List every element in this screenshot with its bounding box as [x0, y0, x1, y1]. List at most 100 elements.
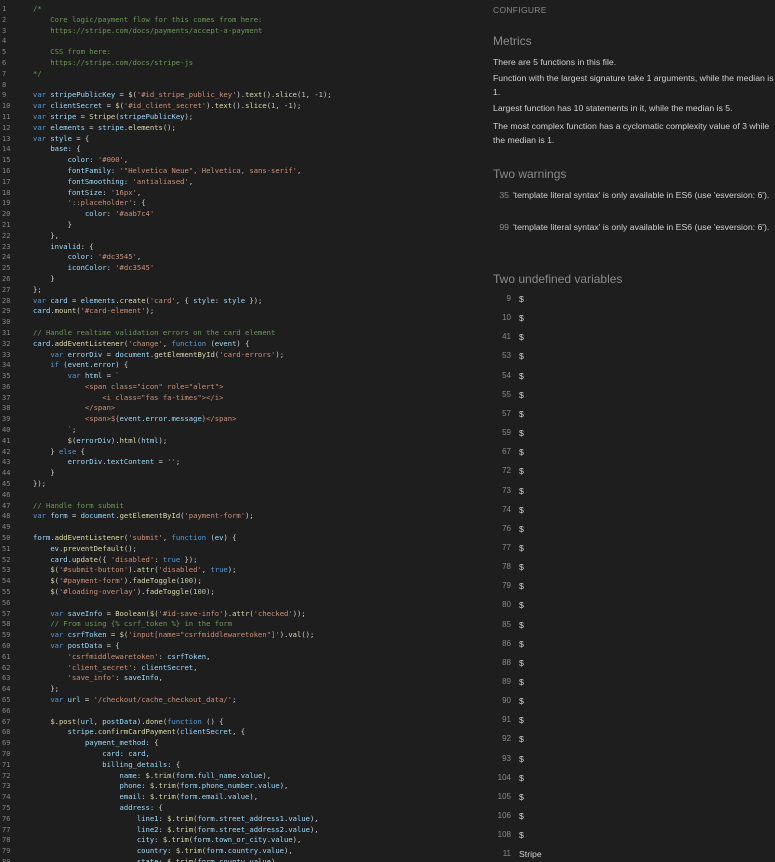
undefined-item[interactable]: 91 $	[493, 715, 773, 734]
code-token: fontSmoothing	[67, 176, 124, 186]
code-line: 62 'client_secret': clientSecret,	[0, 663, 487, 674]
undefined-item[interactable]: 73 $	[493, 486, 773, 505]
code-token: : {	[145, 738, 159, 748]
undefined-item[interactable]: 93 $	[493, 754, 773, 773]
code-token: '#id-save-info'	[158, 608, 224, 618]
warning-item[interactable]: 99 'template literal syntax' is only avai…	[493, 221, 775, 249]
undefined-item[interactable]: 92 $	[493, 734, 773, 753]
undefined-item[interactable]: 74 $	[493, 505, 773, 524]
undefined-item[interactable]: 105 $	[493, 792, 773, 811]
line-source: // From using {% csrf_token %} in the fo…	[33, 619, 232, 630]
undefined-item[interactable]: 76 $	[493, 524, 773, 543]
code-token: {	[80, 446, 85, 456]
undefined-item[interactable]: 54 $	[493, 371, 773, 390]
undefined-item[interactable]: 59 $	[493, 428, 773, 447]
code-line: 75 address: {	[0, 803, 487, 814]
line-source: $.post(url, postData).done(function () {	[33, 717, 223, 728]
code-token: });	[245, 295, 263, 305]
code-token: =	[84, 122, 98, 132]
code-token: elements	[50, 122, 85, 132]
line-source: 'save_info': saveInfo,	[33, 673, 163, 684]
undefined-item[interactable]: 72 $	[493, 466, 773, 485]
undefined-item[interactable]: 88 $	[493, 658, 773, 677]
undefined-item[interactable]: 79 $	[493, 581, 773, 600]
undefined-name: $	[519, 830, 524, 841]
undefined-item[interactable]: 108 $	[493, 830, 773, 849]
code-token: :	[110, 165, 120, 175]
code-token: 'csrfmiddlewaretoken'	[67, 651, 159, 661]
line-number: 39	[2, 415, 11, 424]
line-source: card.addEventListener('change', function…	[33, 339, 249, 350]
code-token: country	[227, 846, 259, 856]
undefined-item[interactable]: 55 $	[493, 390, 773, 409]
undefined-item[interactable]: 57 $	[493, 409, 773, 428]
undefined-item[interactable]: 90 $	[493, 696, 773, 715]
undefined-item[interactable]: 77 $	[493, 543, 773, 562]
code-line: 36 <span class="icon" role="alert">	[0, 382, 487, 393]
undefined-name: $	[519, 677, 524, 687]
undefined-name: $	[519, 715, 524, 726]
code-line: 57 var saveInfo = Boolean($('#id-save-in…	[0, 609, 487, 620]
code-token: fontSize	[67, 187, 103, 197]
undefined-item[interactable]: 9 $	[493, 294, 773, 313]
line-number: 23	[2, 242, 11, 251]
configure-link[interactable]: CONFIGURE	[493, 5, 547, 15]
code-token: errorDiv	[67, 457, 103, 467]
code-line: 73 phone: $.trim(form.phone_number.value…	[0, 781, 487, 792]
code-token: :	[154, 835, 163, 845]
undefined-name: Stripe	[519, 849, 542, 860]
code-token: style	[50, 133, 72, 143]
undefined-item[interactable]: 67 $	[493, 447, 773, 466]
undefined-item[interactable]: 80 $	[493, 600, 773, 619]
undefined-item[interactable]: 89 $	[493, 677, 773, 696]
code-token: :	[106, 263, 116, 273]
undefined-line: 59	[502, 428, 511, 438]
code-token: Boolean	[115, 608, 146, 618]
undefined-item[interactable]: 85 $	[493, 620, 773, 639]
line-source: form.addEventListener('submit', function…	[33, 533, 236, 544]
warning-item[interactable]: 35 'template literal syntax' is only avai…	[493, 189, 775, 217]
undefined-item[interactable]: 86 $	[493, 639, 773, 658]
undefined-item[interactable]: 104 $	[493, 773, 773, 792]
code-editor[interactable]: 1 /* 2 Core logic/payment flow for this co…	[0, 0, 487, 862]
code-token: https://stripe.com/docs/payments/accept-…	[33, 25, 263, 35]
code-token: confirmCardPayment	[97, 727, 176, 737]
undefined-line: 72	[502, 466, 511, 476]
code-token: value	[249, 856, 272, 862]
code-token: value	[240, 770, 263, 780]
line-number: 58	[2, 620, 11, 629]
code-token: =	[67, 511, 81, 521]
line-source: card.mount('#card-element');	[33, 306, 154, 317]
undefined-item[interactable]: 10 $	[493, 313, 773, 332]
line-number: 38	[2, 404, 11, 413]
code-line: 60 var postData = {	[0, 641, 487, 652]
undefined-name: $	[519, 485, 524, 496]
code-token: stripe	[97, 122, 124, 132]
code-line: 31 // Handle realtime validation errors o…	[0, 328, 487, 339]
line-number: 54	[2, 577, 11, 586]
line-number: 77	[2, 825, 11, 834]
line-source: /*	[33, 4, 42, 15]
code-token: slice	[275, 90, 297, 100]
undefined-item[interactable]: 41 $	[493, 332, 773, 351]
line-number: 64	[2, 685, 11, 694]
undefined-item[interactable]: 78 $	[493, 562, 773, 581]
metric-text: The most complex function has a cyclomat…	[493, 121, 770, 145]
code-token: billing_details	[102, 759, 168, 769]
code-token: color	[67, 252, 90, 262]
code-token: value	[262, 846, 285, 856]
code-token: :	[158, 856, 168, 862]
undefined-name: $	[519, 504, 524, 515]
line-number: 9	[2, 91, 7, 100]
code-token: fadeToggle	[132, 576, 176, 586]
undefined-item[interactable]: 53 $	[493, 351, 773, 370]
line-source: fontSize: '16px',	[33, 187, 142, 199]
undefined-item[interactable]: 11 Stripe	[493, 849, 773, 862]
code-token: ;	[175, 457, 181, 467]
code-line: 43 errorDiv.textContent = '';	[0, 457, 487, 468]
undefined-item[interactable]: 106 $	[493, 811, 773, 830]
